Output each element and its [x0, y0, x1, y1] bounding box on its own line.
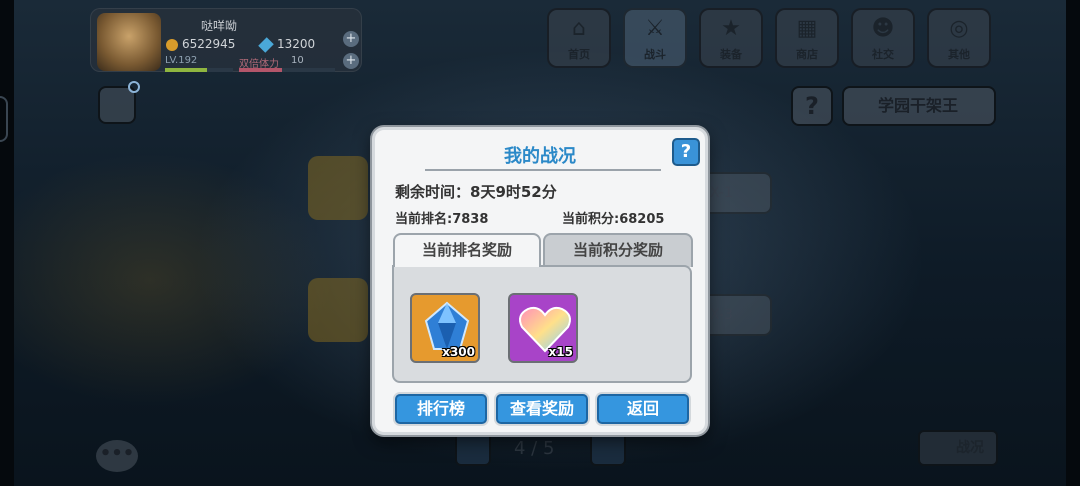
current-rank: 当前排名:7838 [395, 212, 489, 227]
nav-equipment[interactable]: ★ 装备 [699, 8, 763, 68]
stamina-progress-bar [239, 68, 335, 72]
modal-help-button[interactable]: ? [672, 138, 700, 166]
target-icon: ◎ [949, 16, 969, 41]
stage-bottom-label: X-3 [710, 307, 733, 323]
leaderboard-button[interactable]: 排行榜 [395, 394, 487, 424]
chat-bubble-icon[interactable]: ••• [96, 440, 138, 472]
gem-amount: 13200 [277, 37, 316, 51]
event-title-button[interactable]: 学园干架王 [842, 86, 996, 126]
side-menu-handle[interactable] [0, 96, 8, 142]
reward-qty: x15 [548, 345, 573, 359]
next-page-button[interactable] [590, 430, 626, 466]
avatar[interactable] [97, 13, 161, 71]
face-icon: ☻ [871, 16, 895, 41]
nav-home-label: 首页 [568, 48, 590, 61]
reward-panel: x300 x15 [392, 265, 692, 383]
swords-icon: ⚔ [645, 16, 665, 41]
gem-icon [258, 37, 274, 53]
star-hat-icon: ★ [721, 16, 741, 41]
nav-other-label: 其他 [948, 48, 970, 61]
stage-clapper-icon[interactable] [308, 156, 368, 220]
add-gems-button[interactable]: + [343, 31, 359, 47]
notification-dot-icon [128, 81, 140, 93]
right-edge [1066, 0, 1080, 486]
reward-item[interactable]: x300 [410, 293, 480, 363]
player-name: 哒咩呦 [201, 19, 238, 33]
view-rewards-button[interactable]: 查看奖励 [496, 394, 588, 424]
battle-status-button[interactable]: 战况 [918, 430, 998, 466]
battle-status-modal: 我的战况 ? 剩余时间：8天9时52分 当前排名:7838 当前积分:68205… [372, 127, 708, 435]
nav-battle-label: 战斗 [644, 48, 666, 61]
nav-social-label: 社交 [872, 48, 894, 61]
back-button[interactable]: 返回 [597, 394, 689, 424]
title-divider [425, 169, 661, 171]
player-panel[interactable]: 哒咩呦 6522945 13200 + LV.192 双倍体力 10 + [90, 8, 362, 72]
player-level: LV.192 [165, 55, 198, 66]
tab-rank-reward[interactable]: 当前排名奖励 [393, 233, 541, 267]
nav-shop-label: 商店 [796, 48, 818, 61]
left-edge [0, 0, 14, 486]
add-stamina-button[interactable]: + [343, 53, 359, 69]
nav-home[interactable]: ⌂ 首页 [547, 8, 611, 68]
stamina-value: 10 [291, 55, 304, 66]
prev-page-button[interactable] [455, 430, 491, 466]
nav-equipment-label: 装备 [720, 48, 742, 61]
gold-coin-icon [166, 39, 178, 51]
stage-top-label: X-1 [710, 185, 733, 201]
nav-other[interactable]: ◎ 其他 [927, 8, 991, 68]
gold-amount: 6522945 [182, 37, 236, 51]
modal-title: 我的战况 [504, 146, 576, 167]
reward-qty: x300 [442, 345, 475, 359]
level-progress-bar [165, 68, 233, 72]
shop-icon: ▦ [796, 16, 818, 41]
tab-score-reward[interactable]: 当前积分奖励 [543, 233, 693, 267]
remaining-time: 剩余时间：8天9时52分 [395, 183, 557, 201]
nav-shop[interactable]: ▦ 商店 [775, 8, 839, 68]
stage-gun-icon[interactable] [308, 278, 368, 342]
event-help-button[interactable]: ? [791, 86, 833, 126]
nav-social[interactable]: ☻ 社交 [851, 8, 915, 68]
home-icon: ⌂ [572, 16, 586, 41]
nav-battle[interactable]: ⚔ 战斗 [623, 8, 687, 68]
current-score: 当前积分:68205 [562, 212, 665, 227]
page-indicator: 4 / 5 [514, 438, 555, 459]
reward-item[interactable]: x15 [508, 293, 578, 363]
